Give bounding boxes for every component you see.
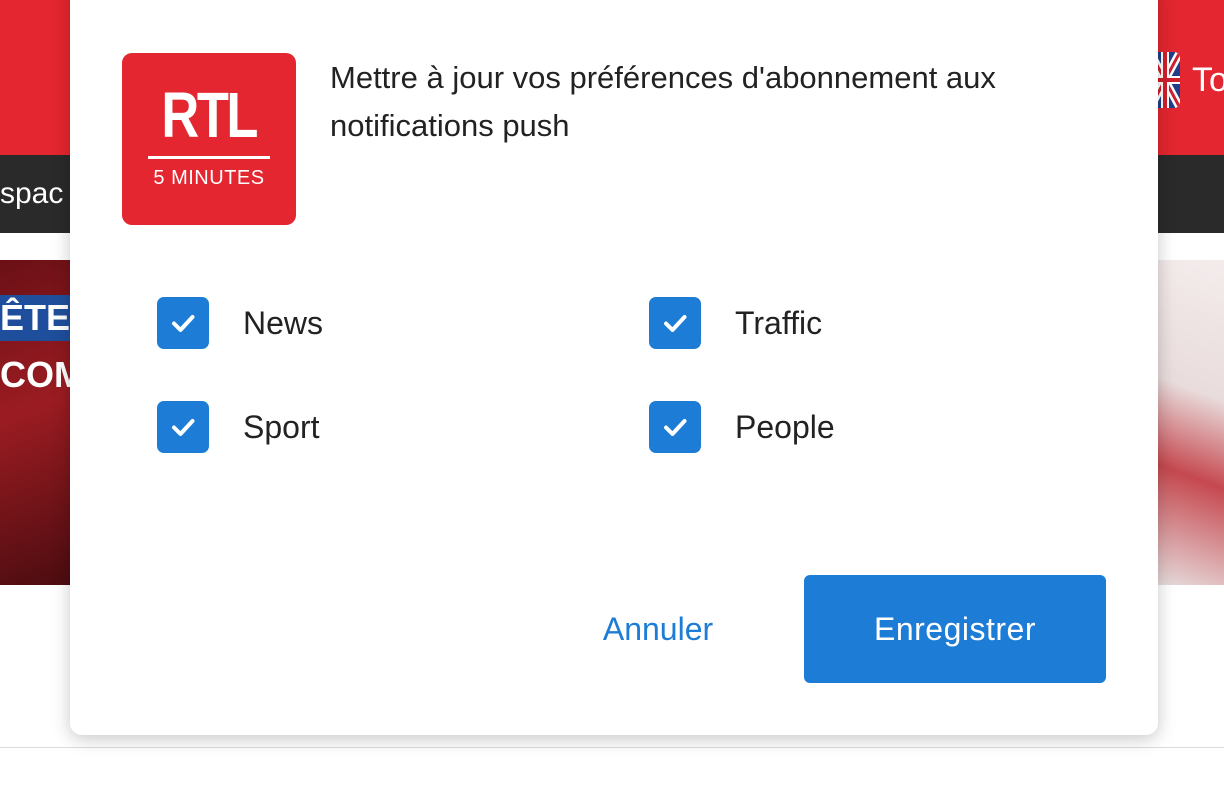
option-label-news: News bbox=[243, 304, 324, 341]
checkbox-traffic[interactable] bbox=[649, 297, 701, 349]
rtl-logo: RTL 5 MINUTES bbox=[122, 53, 296, 225]
language-label: To bbox=[1192, 60, 1224, 99]
article-caption-line2: COM bbox=[0, 354, 80, 395]
checkbox-news[interactable] bbox=[157, 297, 209, 349]
option-people[interactable]: People bbox=[649, 401, 835, 453]
checkbox-people[interactable] bbox=[649, 401, 701, 453]
option-label-sport: Sport bbox=[243, 408, 320, 445]
notification-preferences-dialog: RTL 5 MINUTES Mettre à jour vos préféren… bbox=[70, 0, 1158, 735]
option-sport[interactable]: Sport bbox=[157, 401, 319, 453]
divider bbox=[0, 747, 1224, 748]
option-label-traffic: Traffic bbox=[735, 304, 823, 341]
option-traffic[interactable]: Traffic bbox=[649, 297, 822, 349]
checkmark-icon bbox=[664, 315, 687, 332]
language-switch[interactable]: To bbox=[1150, 52, 1224, 108]
option-label-people: People bbox=[735, 408, 835, 445]
checkmark-icon bbox=[172, 419, 195, 436]
cancel-button[interactable]: Annuler bbox=[575, 575, 741, 683]
nav-item-partial[interactable]: spac bbox=[0, 177, 63, 211]
article-caption-line1: ÊTES bbox=[0, 295, 80, 341]
logo-rule bbox=[148, 156, 270, 159]
checkmark-icon bbox=[172, 315, 195, 332]
page: To spac ÊTES COM RTL 5 MINUTES Mettre à … bbox=[0, 0, 1224, 788]
checkmark-icon bbox=[664, 419, 687, 436]
option-news[interactable]: News bbox=[157, 297, 323, 349]
logo-text: RTL bbox=[161, 79, 259, 151]
article-image-right[interactable] bbox=[1150, 260, 1224, 585]
logo-subtext: 5 MINUTES bbox=[153, 167, 265, 189]
save-button[interactable]: Enregistrer bbox=[804, 575, 1106, 683]
checkbox-sport[interactable] bbox=[157, 401, 209, 453]
dialog-title: Mettre à jour vos préférences d'abonneme… bbox=[330, 60, 996, 143]
